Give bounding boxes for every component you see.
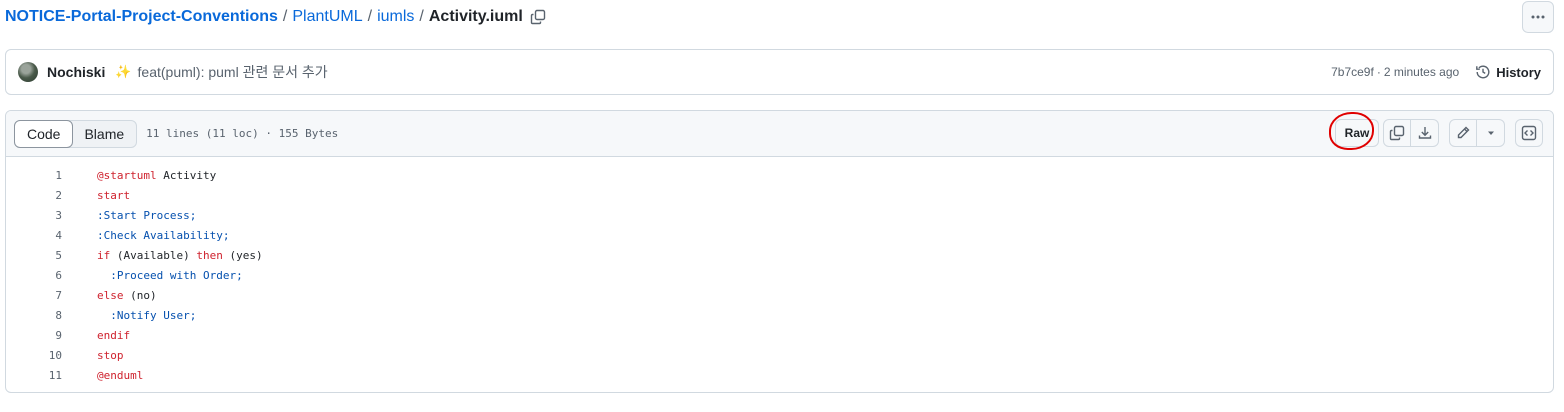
line-number[interactable]: 5: [6, 249, 62, 262]
line-number[interactable]: 11: [6, 369, 62, 382]
keyword-token: then: [196, 248, 223, 262]
edit-actions-group: [1449, 119, 1505, 147]
history-label: History: [1496, 64, 1541, 80]
line-source: if (Available) then (yes): [62, 249, 263, 262]
breadcrumb-folder-plantuml[interactable]: PlantUML: [292, 8, 362, 26]
code-line: 1 @startuml Activity: [6, 165, 1553, 185]
activity-token: :Check Availability;: [97, 228, 230, 242]
line-source: start: [62, 189, 130, 202]
breadcrumb-separator: /: [367, 8, 373, 25]
code-line: 3 :Start Process;: [6, 205, 1553, 225]
raw-actions-group: [1383, 119, 1439, 147]
commit-time: 2 minutes ago: [1383, 65, 1460, 79]
activity-token: :Notify User;: [110, 308, 197, 322]
text-token: (no): [123, 288, 157, 302]
symbols-button[interactable]: [1515, 119, 1543, 147]
keyword-token: else: [97, 288, 124, 302]
history-button[interactable]: History: [1475, 64, 1541, 80]
triangle-down-icon: [1487, 131, 1494, 135]
keyword-token: @enduml: [97, 368, 144, 382]
text-token: (yes): [222, 248, 263, 262]
edit-dropdown-button[interactable]: [1477, 119, 1505, 147]
line-number[interactable]: 2: [6, 189, 62, 202]
code-line: 9 endif: [6, 325, 1553, 345]
text-token: (Available): [110, 248, 197, 262]
sparkles-emoji: ✨: [115, 64, 132, 79]
separator-dot: ·: [1376, 65, 1381, 79]
line-source: @startuml Activity: [62, 169, 216, 182]
view-mode-toggle: Code Blame: [14, 119, 138, 148]
more-options-button[interactable]: [1522, 1, 1554, 33]
line-number[interactable]: 8: [6, 309, 62, 322]
avatar[interactable]: [18, 62, 38, 82]
line-number[interactable]: 6: [6, 269, 62, 282]
code-line: 5 if (Available) then (yes): [6, 245, 1553, 265]
breadcrumb-repo-link[interactable]: NOTICE-Portal-Project-Conventions: [5, 8, 278, 26]
line-source: :Start Process;: [62, 209, 196, 222]
code-view: 1 @startuml Activity 2 start 3:Start Process…: [6, 157, 1553, 385]
code-line: 6 :Proceed with Order;: [6, 265, 1553, 285]
breadcrumb-current-file: Activity.iuml: [428, 8, 523, 25]
pencil-icon: [1457, 126, 1470, 139]
download-button[interactable]: [1411, 119, 1439, 147]
code-line: 10 stop: [6, 345, 1553, 365]
commit-author[interactable]: Nochiski: [47, 64, 105, 80]
commit-message[interactable]: feat(puml): puml 관련 문서 추가: [138, 62, 328, 82]
file-actions: Raw: [1329, 112, 1543, 150]
tab-code[interactable]: Code: [14, 119, 74, 148]
text-token: Activity: [156, 168, 217, 182]
code-line: 4 :Check Availability;: [6, 225, 1553, 245]
breadcrumb-separator: /: [282, 8, 288, 25]
latest-commit-bar: Nochiski ✨ feat(puml): puml 관련 문서 추가 7b7…: [5, 49, 1554, 95]
breadcrumb-separator: /: [419, 8, 424, 25]
history-icon: [1476, 65, 1490, 79]
line-source: :Check Availability;: [62, 229, 229, 242]
copy-icon: [1389, 125, 1405, 141]
copy-path-button[interactable]: [529, 8, 547, 26]
line-source: :Proceed with Order;: [62, 268, 243, 282]
line-source: else (no): [62, 289, 157, 302]
copy-icon: [530, 9, 546, 25]
raw-label: Raw: [1344, 126, 1370, 140]
file-header: Code Blame 11 lines (11 loc) · 155 Bytes…: [6, 111, 1553, 157]
keyword-token: start: [97, 188, 131, 202]
line-number[interactable]: 4: [6, 229, 62, 242]
line-number[interactable]: 7: [6, 289, 62, 302]
line-source: endif: [62, 329, 130, 342]
line-number[interactable]: 10: [6, 349, 62, 362]
keyword-token: endif: [97, 328, 131, 342]
line-number[interactable]: 1: [6, 169, 62, 182]
line-number[interactable]: 9: [6, 329, 62, 342]
code-line: 11 @enduml: [6, 365, 1553, 385]
edit-button[interactable]: [1449, 119, 1477, 147]
tab-blame[interactable]: Blame: [72, 121, 136, 147]
keyword-token: if: [97, 248, 111, 262]
line-source: :Notify User;: [62, 309, 196, 322]
line-source: stop: [62, 349, 124, 362]
code-line: 7 else (no): [6, 285, 1553, 305]
breadcrumb: NOTICE-Portal-Project-Conventions / Plan…: [5, 6, 547, 28]
code-square-icon: [1521, 125, 1537, 141]
commit-sha[interactable]: 7b7ce9f: [1331, 65, 1374, 79]
line-source: @enduml: [62, 369, 143, 382]
activity-token: :Start Process;: [97, 208, 197, 222]
code-line: 8 :Notify User;: [6, 305, 1553, 325]
keyword-token: @startuml: [97, 168, 157, 182]
line-number[interactable]: 3: [6, 209, 62, 222]
kebab-horizontal-icon: [1531, 15, 1545, 19]
file-viewer: Code Blame 11 lines (11 loc) · 155 Bytes…: [5, 110, 1554, 393]
copy-raw-button[interactable]: [1383, 119, 1411, 147]
code-line: 2 start: [6, 185, 1553, 205]
file-meta: 11 lines (11 loc) · 155 Bytes: [146, 127, 339, 140]
keyword-token: stop: [97, 348, 124, 362]
breadcrumb-folder-iumls[interactable]: iumls: [377, 8, 414, 26]
commit-info: 7b7ce9f · 2 minutes ago History: [1331, 64, 1541, 80]
download-icon: [1418, 127, 1431, 139]
raw-button[interactable]: Raw: [1329, 112, 1379, 150]
activity-token: :Proceed with Order;: [110, 268, 243, 282]
